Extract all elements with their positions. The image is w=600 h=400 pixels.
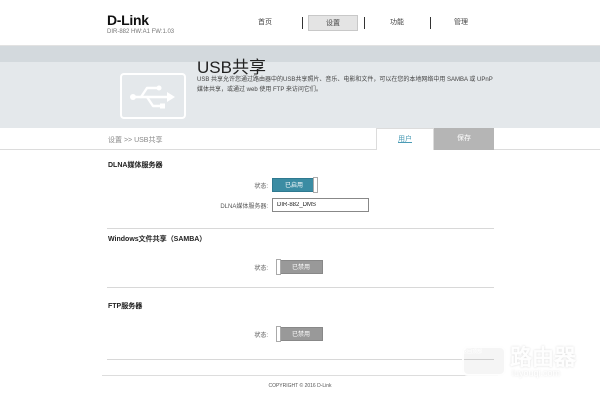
nav-features[interactable]: 功能 bbox=[372, 15, 422, 31]
nav-management[interactable]: 管理 bbox=[436, 15, 486, 31]
site-watermark: 路由器 luyouqi.com bbox=[462, 338, 600, 382]
user-button[interactable]: 用户 bbox=[376, 128, 434, 150]
ftp-status-value: 已禁用 bbox=[291, 332, 310, 338]
copyright-text: COPYRIGHT © 2016 D-Link bbox=[268, 383, 332, 389]
ftp-status-label: 状态: bbox=[254, 333, 268, 339]
dlna-server-name-input[interactable] bbox=[272, 198, 369, 212]
section-divider bbox=[107, 228, 494, 229]
dlna-section-title: DLNA媒体服务器 bbox=[108, 162, 163, 169]
top-header: D-Link DIR-882 HW:A1 FW:1.03 首页 设置 功能 管理 bbox=[0, 0, 600, 46]
dlna-status-value: 已启用 bbox=[284, 183, 303, 189]
banner-stripe bbox=[0, 46, 600, 62]
dlink-logo[interactable]: D-Link bbox=[107, 12, 149, 28]
ftp-status-toggle[interactable]: 已禁用 bbox=[276, 326, 323, 342]
breadcrumb: 设置 >> USB共享 bbox=[108, 137, 163, 144]
footer-divider bbox=[102, 375, 498, 376]
save-button[interactable]: 保存 bbox=[434, 128, 494, 150]
ftp-section-title: FTP服务器 bbox=[108, 303, 143, 310]
section-divider bbox=[107, 359, 494, 360]
page-description: USB 共享允许您通过路由器中的USB共享照片、音乐、电影和文件，可以在您的本地… bbox=[197, 77, 493, 93]
dlna-status-label: 状态: bbox=[254, 184, 268, 190]
samba-status-value: 已禁用 bbox=[291, 265, 310, 271]
dlna-server-label: DLNA媒体服务器: bbox=[220, 204, 268, 210]
toggle-knob bbox=[276, 326, 281, 342]
nav-divider bbox=[364, 17, 365, 29]
samba-status-toggle[interactable]: 已禁用 bbox=[276, 259, 323, 275]
main-nav: 首页 设置 功能 管理 bbox=[240, 15, 520, 33]
nav-divider bbox=[430, 17, 431, 29]
dlna-status-toggle[interactable]: 已启用 bbox=[272, 177, 318, 193]
model-info: DIR-882 HW:A1 FW:1.03 bbox=[107, 29, 175, 35]
nav-divider bbox=[302, 17, 303, 29]
usb-icon bbox=[120, 73, 186, 119]
nav-settings[interactable]: 设置 bbox=[308, 15, 358, 31]
toggle-knob bbox=[313, 177, 318, 193]
breadcrumb-bar bbox=[0, 128, 600, 150]
samba-section-title: Windows文件共享（SAMBA） bbox=[108, 236, 207, 243]
watermark-url: luyouqi.com bbox=[512, 368, 561, 378]
nav-home[interactable]: 首页 bbox=[240, 15, 290, 31]
back-to-top-button[interactable]: 返回顶部 bbox=[462, 348, 482, 355]
samba-status-label: 状态: bbox=[254, 266, 268, 272]
section-divider bbox=[107, 287, 494, 288]
toggle-knob bbox=[276, 259, 281, 275]
